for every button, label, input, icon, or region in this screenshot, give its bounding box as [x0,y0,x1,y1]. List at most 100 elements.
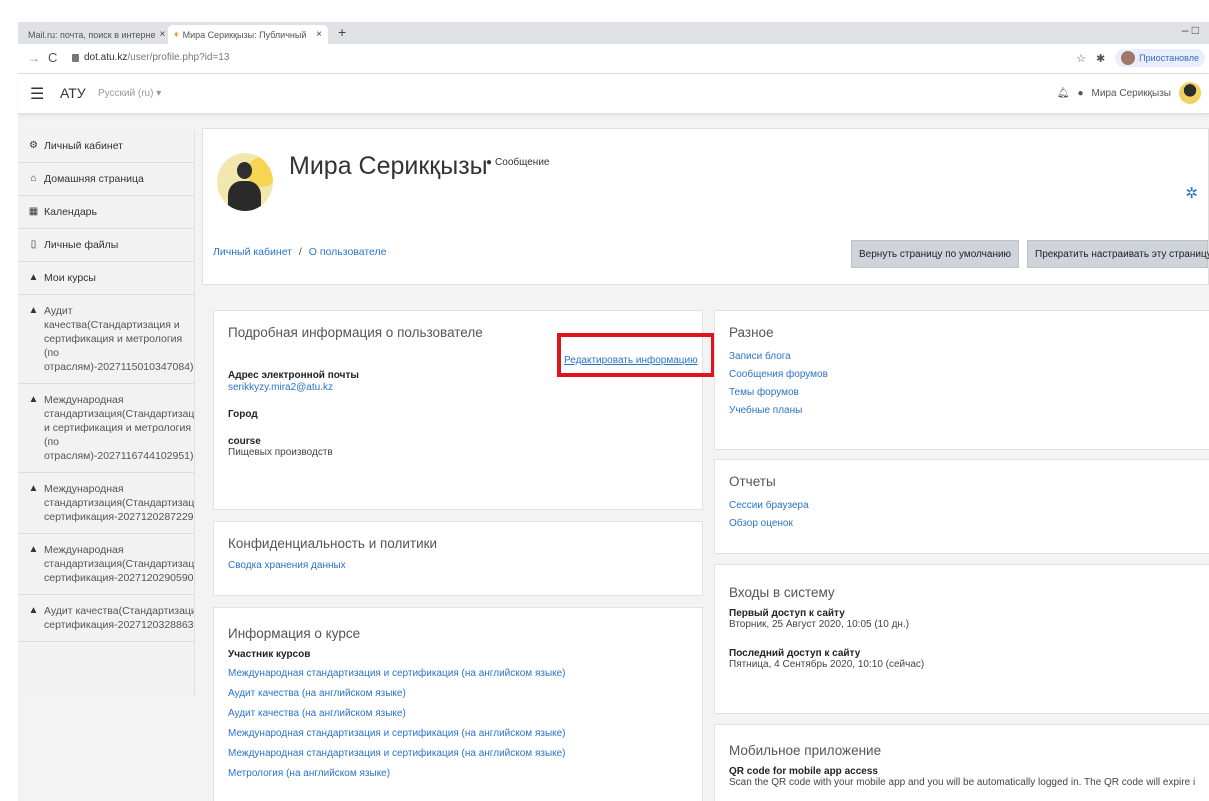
extensions-icon[interactable]: ✱ [1096,52,1105,65]
reload-icon[interactable]: C [48,50,57,65]
course-link[interactable]: Международная стандартизация и сертифика… [228,724,688,744]
email-link[interactable]: serikkyzy.mira2@atu.kz [228,381,688,395]
page-header: Мира Серикқызы ● Сообщение ✲ Личный каби… [202,128,1209,285]
site-name[interactable]: АТУ [60,85,86,101]
breadcrumb: Личный кабинет / О пользователе [213,246,387,258]
calendar-icon: ▦ [28,206,39,217]
course-label: course [228,436,261,447]
graduation-cap-icon: ▲ [28,394,39,405]
sidebar-course-2[interactable]: ▲ Международная стандартизация(Стандарти… [18,384,194,473]
navbar-user-name[interactable]: Мира Серикқызы [1092,88,1171,99]
nav-drawer: ⚙ Личный кабинет ⌂ Домашняя страница ▦ К… [18,130,195,695]
browser-tab-profile[interactable]: ♦ Мира Серикқызы: Публичный × [168,25,328,44]
sidebar-item-my-courses[interactable]: ▲ Мои курсы [18,262,194,295]
language-selector[interactable]: Русский (ru) ▾ [98,88,161,99]
gear-icon[interactable]: ✲ [1185,184,1198,202]
breadcrumb-dashboard[interactable]: Личный кабинет [213,246,292,258]
sidebar-item-calendar[interactable]: ▦ Календарь [18,196,194,229]
city-label: Город [228,409,258,420]
site-navbar: ☰ АТУ Русский (ru) ▾ 🔔︎ ● Мира Серикқызы [18,74,1209,114]
user-avatar[interactable] [1179,82,1201,104]
window-controls[interactable]: – □ [1182,23,1199,37]
browser-toolbar-right: ☆ ✱ Приостановле [1076,49,1205,67]
participant-label: Участник курсов [228,649,311,660]
browser-sessions-link[interactable]: Сессии браузера [729,497,1195,515]
user-details-card: Подробная информация о пользователе Реда… [213,310,703,510]
course-value: Пищевых производств [228,447,333,458]
browser-tab-mail[interactable]: Mail.ru: почта, поиск в интерне × [18,25,166,44]
course-link[interactable]: Международная стандартизация и сертифика… [228,664,688,684]
grades-overview-link[interactable]: Обзор оценок [729,515,1195,533]
first-access-value: Вторник, 25 Август 2020, 10:05 (10 дн.) [729,619,910,630]
section-title: Конфиденциальность и политики [228,536,438,551]
breadcrumb-separator: / [298,246,302,258]
course-link[interactable]: Метрология (на английском языке) [228,764,688,784]
course-link[interactable]: Аудит качества (на английском языке) [228,684,688,704]
qr-code-label: QR code for mobile app access [729,766,878,777]
section-title: Входы в систему [729,585,835,600]
forward-icon[interactable]: → [28,51,40,65]
navbar-user-area: 🔔︎ ● Мира Серикқызы [1057,82,1201,104]
last-access-label: Последний доступ к сайту [729,648,861,659]
sidebar-course-5[interactable]: ▲ Аудит качества(Стандартизаци сертифика… [18,595,194,642]
browser-tab-bar: Mail.ru: почта, поиск в интерне × ♦ Мира… [18,22,1209,44]
tab-title: Mail.ru: почта, поиск в интерне [28,29,156,40]
profile-picture [217,153,273,211]
sidebar-item-files[interactable]: ▯ Личные файлы [18,229,194,262]
lock-icon[interactable] [72,54,79,62]
learning-plans-link[interactable]: Учебные планы [729,402,1195,420]
page-title: Мира Серикқызы [289,152,488,180]
data-retention-link[interactable]: Сводка хранения данных [228,559,688,573]
graduation-cap-icon: ▲ [28,305,39,316]
course-link[interactable]: Аудит качества (на английском языке) [228,704,688,724]
graduation-cap-icon: ▲ [28,544,39,555]
blog-entries-link[interactable]: Записи блога [729,348,1195,366]
sidebar-item-dashboard[interactable]: ⚙ Личный кабинет [18,130,194,163]
profile-pause-button[interactable]: Приостановле [1115,49,1205,67]
sidebar-course-4[interactable]: ▲ Международная стандартизация(Стандарти… [18,534,194,595]
bookmark-star-icon[interactable]: ☆ [1076,52,1086,65]
breadcrumb-profile[interactable]: О пользователе [309,246,387,258]
url-field[interactable]: dot.atu.kz/user/profile.php?id=13 [84,52,229,63]
graduation-cap-icon: ▲ [28,605,39,616]
file-icon: ▯ [30,239,37,250]
messages-icon[interactable]: ● [1077,88,1083,99]
speech-bubble-icon: ● [486,157,493,168]
notification-bell-icon[interactable]: 🔔︎ [1057,88,1070,99]
tab-title: Мира Серикқызы: Публичный [182,29,307,40]
moodle-favicon-icon: ♦ [174,29,179,39]
section-title: Отчеты [729,474,776,489]
section-title: Подробная информация о пользователе [228,325,483,340]
sidebar-course-3[interactable]: ▲ Международная стандартизация(Стандарти… [18,473,194,534]
forum-topics-link[interactable]: Темы форумов [729,384,1195,402]
dashboard-icon: ⚙ [29,140,38,151]
reset-page-button[interactable]: Вернуть страницу по умолчанию [851,240,1019,268]
browser-avatar-icon [1121,51,1136,65]
edit-profile-link[interactable]: Редактировать информацию [564,355,698,366]
sidebar-item-home[interactable]: ⌂ Домашняя страница [18,163,194,196]
section-title: Мобильное приложение [729,743,882,758]
sidebar-course-1[interactable]: ▲ Аудит качества(Стандартизация и сертиф… [18,295,194,384]
section-title: Разное [729,325,774,340]
hamburger-menu-icon[interactable]: ☰ [30,84,44,104]
misc-card: Разное Записи блога Сообщения форумов Те… [714,310,1209,450]
first-access-label: Первый доступ к сайту [729,608,845,619]
last-access-value: Пятница, 4 Сентябрь 2020, 10:10 (сейчас) [729,659,925,670]
email-label: Адрес электронной почты [228,370,359,381]
home-icon: ⌂ [30,173,37,184]
course-link[interactable]: Международная стандартизация и сертифика… [228,744,688,764]
tab-close-icon[interactable]: × [156,29,166,40]
graduation-cap-icon: ▲ [28,272,39,283]
address-bar: → C dot.atu.kz/user/profile.php?id=13 ☆ … [18,44,1209,74]
forum-posts-link[interactable]: Сообщения форумов [729,366,1195,384]
privacy-card: Конфиденциальность и политики Сводка хра… [213,521,703,596]
section-title: Информация о курсе [228,626,361,641]
qr-code-description: Scan the QR code with your mobile app an… [729,777,1195,788]
stop-customizing-button[interactable]: Прекратить настраивать эту страницу [1027,240,1209,268]
graduation-cap-icon: ▲ [28,483,39,494]
mobile-app-card: Мобильное приложение QR code for mobile … [714,724,1209,801]
tab-close-icon[interactable]: × [312,29,322,40]
message-button[interactable]: ● Сообщение [486,157,549,168]
course-info-card: Информация о курсе Участник курсов Между… [213,607,703,801]
new-tab-button[interactable]: + [338,24,346,40]
